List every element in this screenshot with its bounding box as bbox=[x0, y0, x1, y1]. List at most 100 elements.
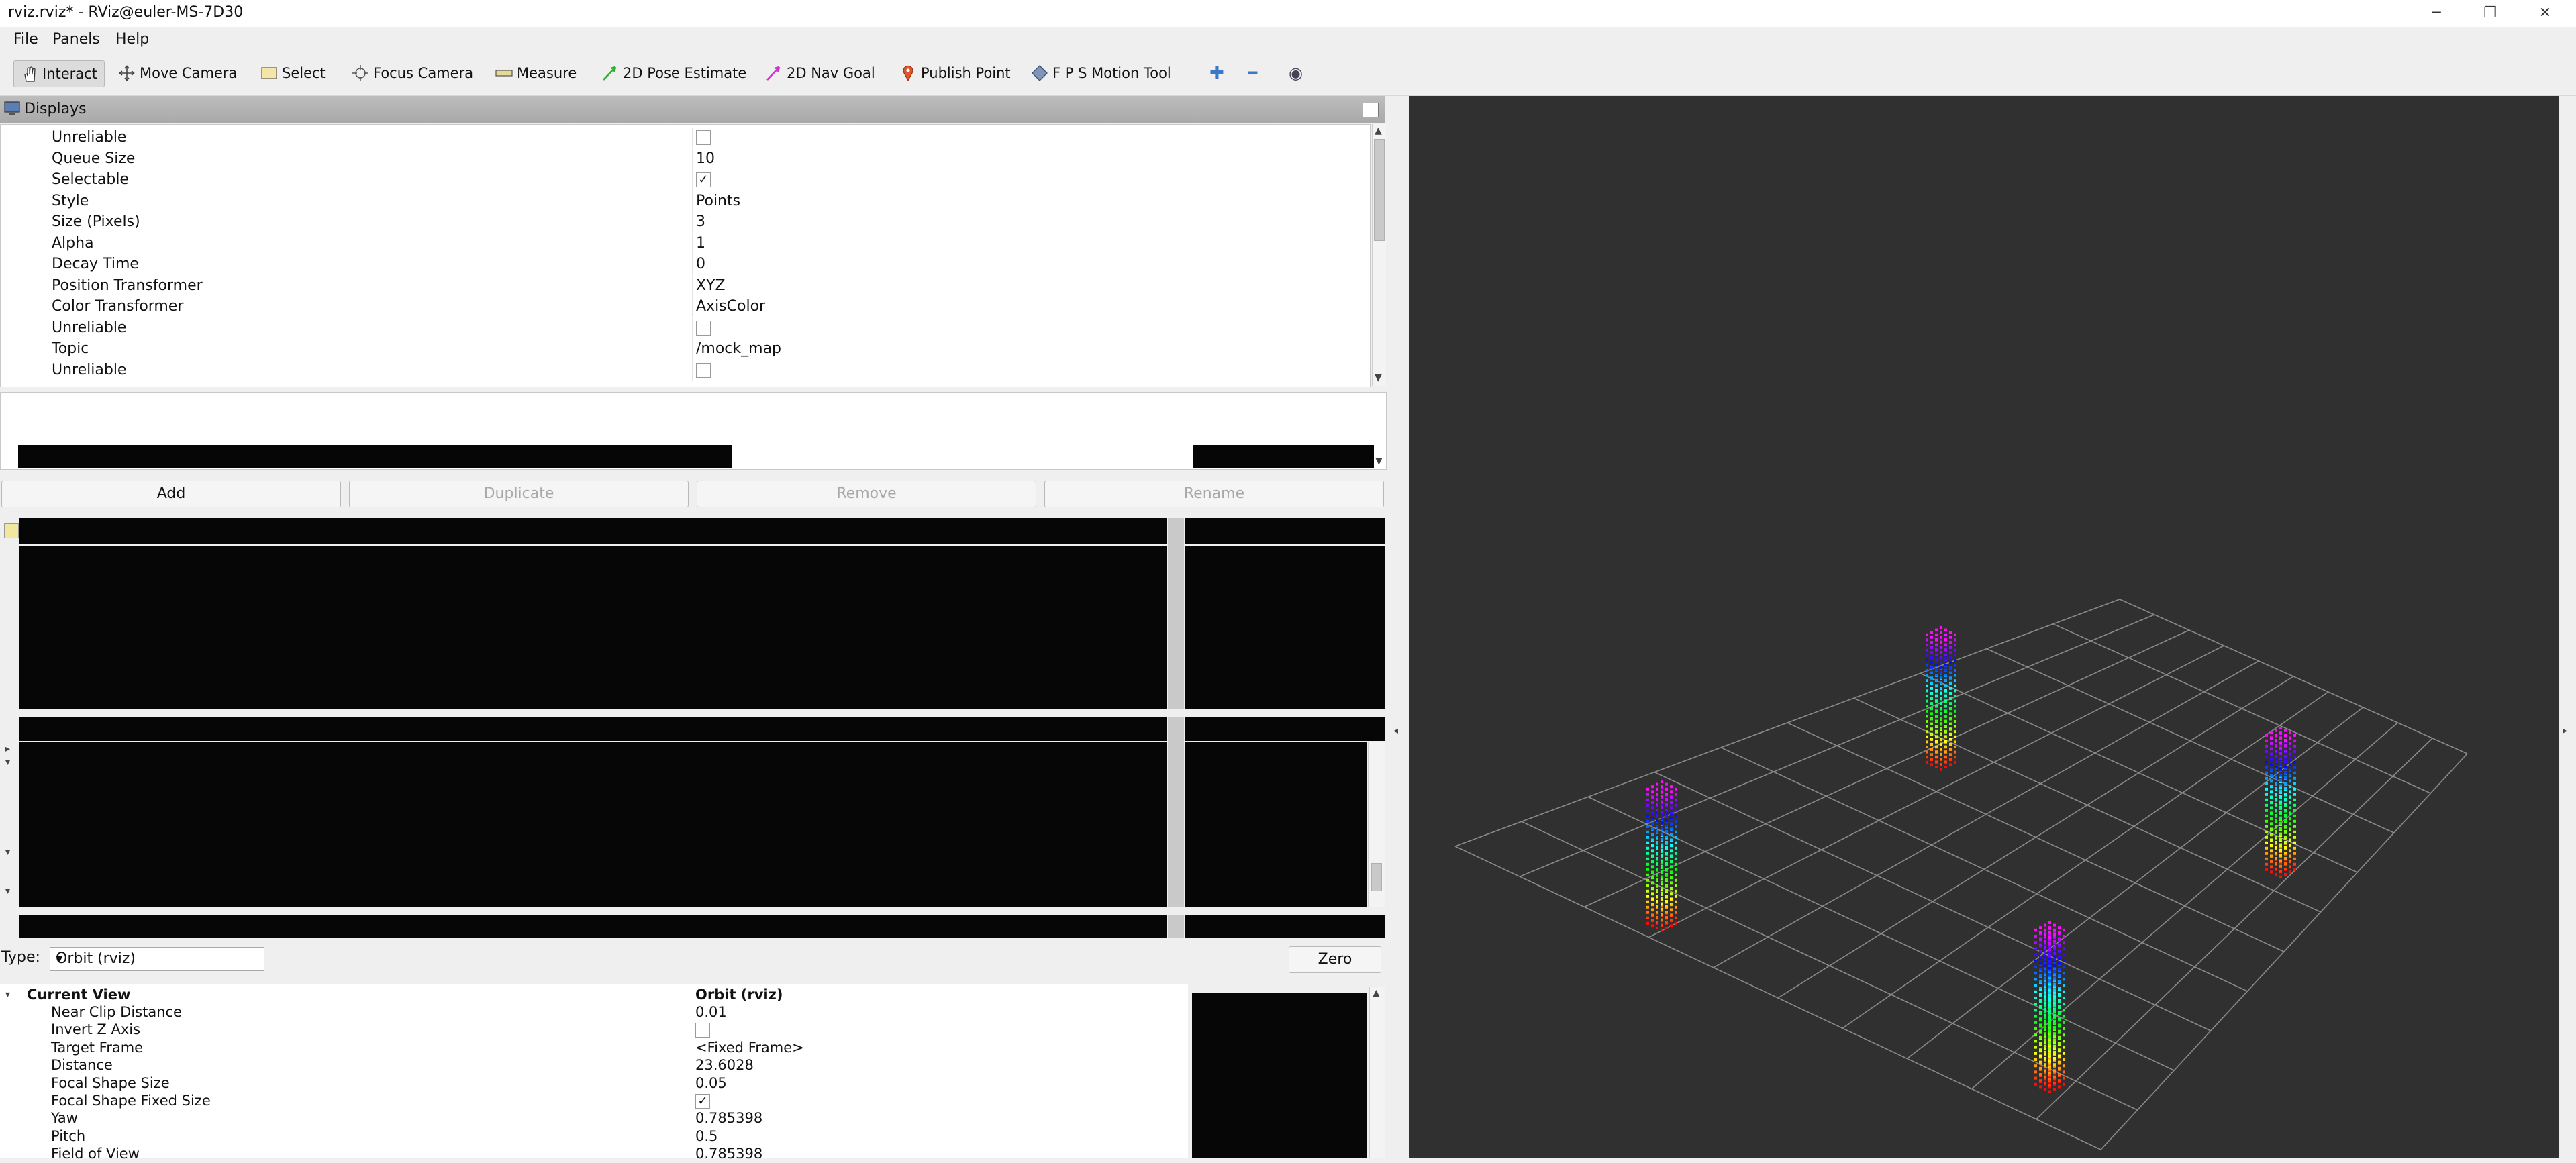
view-property-row[interactable]: Focal Shape Size 0.05 bbox=[0, 1075, 1181, 1093]
tool-select[interactable]: Select bbox=[260, 60, 326, 86]
zero-button[interactable]: Zero bbox=[1289, 946, 1381, 973]
add-tool-button[interactable]: ✚ bbox=[1209, 60, 1224, 86]
point bbox=[1651, 790, 1654, 793]
duplicate-display-button[interactable]: Duplicate bbox=[349, 481, 689, 507]
property-value[interactable]: Points bbox=[696, 193, 740, 209]
panel-b-scrollbar[interactable] bbox=[1368, 742, 1385, 907]
view-property-value[interactable]: 0.785398 bbox=[695, 1146, 762, 1162]
display-property-row[interactable]: Position Transformer XYZ bbox=[1, 275, 1370, 297]
render-viewport[interactable] bbox=[1409, 96, 2559, 1158]
scrollbar-thumb[interactable] bbox=[1374, 139, 1385, 241]
view-property-value[interactable]: 0.5 bbox=[695, 1128, 717, 1144]
view-property-row[interactable]: Field of View 0.785398 bbox=[0, 1146, 1181, 1163]
display-property-row[interactable]: Color Transformer AxisColor bbox=[1, 297, 1370, 317]
property-value[interactable]: AxisColor bbox=[696, 298, 765, 315]
add-display-button[interactable]: Add bbox=[1, 481, 341, 507]
property-checkbox[interactable] bbox=[696, 320, 711, 336]
property-checkbox[interactable]: ✓ bbox=[696, 172, 711, 187]
display-property-row[interactable]: Decay Time 0 bbox=[1, 254, 1370, 275]
view-type-combo[interactable]: Orbit (rviz) ▼ bbox=[50, 947, 264, 971]
view-property-row[interactable]: Focal Shape Fixed Size ✓ bbox=[0, 1093, 1181, 1110]
view-property-value[interactable]: 0.01 bbox=[695, 1004, 727, 1020]
display-property-row[interactable]: Topic/mock_map bbox=[1, 339, 1370, 360]
view-property-row[interactable]: Invert Z Axis bbox=[0, 1021, 1181, 1039]
tool-focus-camera[interactable]: Focus Camera bbox=[352, 60, 473, 86]
display-property-row[interactable]: Queue Size 10 bbox=[1, 148, 1370, 170]
display-property-row[interactable]: Unreliable bbox=[1, 128, 1370, 148]
property-value[interactable]: XYZ bbox=[696, 277, 726, 294]
display-property-row[interactable]: Style Points bbox=[1, 191, 1370, 212]
close-button[interactable]: ✕ bbox=[2525, 1, 2565, 26]
expand-icon-3[interactable]: ▾ bbox=[5, 886, 10, 897]
scroll-down-icon[interactable]: ▼ bbox=[1375, 372, 1382, 383]
views-scroll-up-icon[interactable]: ▲ bbox=[1373, 988, 1380, 999]
collapse-right-edge-icon[interactable]: ▸ bbox=[2563, 725, 2567, 736]
point bbox=[1656, 857, 1658, 860]
scene-canvas[interactable] bbox=[1409, 96, 2559, 1158]
view-property-value[interactable]: <Fixed Frame> bbox=[695, 1040, 804, 1056]
view-property-value[interactable]: 0.785398 bbox=[695, 1110, 762, 1126]
tool-2d-pose-estimate[interactable]: 2D Pose Estimate bbox=[601, 60, 746, 86]
expand-icon-2[interactable]: ▾ bbox=[5, 847, 10, 858]
view-property-checkbox[interactable] bbox=[695, 1023, 710, 1038]
right-dock-edge[interactable]: ▸ bbox=[2559, 96, 2576, 1158]
collapse-left-icon[interactable]: ◂ bbox=[1393, 725, 1398, 736]
property-value[interactable]: 1 bbox=[696, 235, 705, 252]
property-value[interactable]: /mock_map bbox=[696, 340, 781, 357]
main-splitter[interactable]: ◂ bbox=[1388, 96, 1409, 1158]
restore-button[interactable]: ❐ bbox=[2470, 1, 2510, 26]
displays-property-tree[interactable]: Unreliable Queue Size 10 Selectable ✓ Style Po… bbox=[0, 124, 1371, 387]
view-property-row[interactable]: Near Clip Distance 0.01 bbox=[0, 1004, 1181, 1021]
panel-c-splitter[interactable] bbox=[1168, 915, 1184, 938]
point bbox=[1935, 664, 1938, 666]
point bbox=[2265, 776, 2268, 780]
point bbox=[2048, 931, 2051, 934]
toolbar-view-menu[interactable]: ◉ bbox=[1289, 60, 1303, 86]
remove-tool-button[interactable]: ━ bbox=[1248, 60, 1257, 86]
view-property-row[interactable]: Pitch 0.5 bbox=[0, 1128, 1181, 1146]
tool-move-camera[interactable]: Move Camera bbox=[118, 60, 237, 86]
displays-scrollbar[interactable]: ▲ ▼ bbox=[1372, 124, 1386, 386]
column-divider bbox=[692, 275, 693, 297]
view-property-value[interactable]: 0.05 bbox=[695, 1075, 727, 1091]
point bbox=[2275, 803, 2277, 806]
desc-scroll-down-icon[interactable]: ▼ bbox=[1375, 456, 1383, 466]
scroll-up-icon[interactable]: ▲ bbox=[1375, 125, 1382, 136]
display-property-row[interactable]: Selectable ✓ bbox=[1, 170, 1370, 191]
undock-button[interactable] bbox=[1363, 103, 1379, 117]
tool-2d-nav-goal[interactable]: 2D Nav Goal bbox=[765, 60, 875, 86]
menu-panels[interactable]: Panels bbox=[52, 31, 100, 48]
views-property-tree[interactable]: ▾ Current View Orbit (rviz) Near Clip Dista… bbox=[0, 984, 1188, 1162]
property-value[interactable]: 3 bbox=[696, 213, 705, 230]
display-property-row[interactable]: Size (Pixels) 3 bbox=[1, 212, 1370, 233]
panel-b-scroll-thumb[interactable] bbox=[1371, 863, 1382, 891]
view-property-row[interactable]: Yaw 0.785398 bbox=[0, 1110, 1181, 1127]
tool-fps-motion[interactable]: F P S Motion Tool bbox=[1031, 60, 1171, 86]
view-property-row[interactable]: Target Frame <Fixed Frame> bbox=[0, 1040, 1181, 1057]
tool-interact[interactable]: Interact bbox=[13, 60, 105, 87]
property-checkbox[interactable] bbox=[696, 130, 711, 145]
expand-icon[interactable]: ▾ bbox=[5, 757, 10, 768]
property-value[interactable]: 0 bbox=[696, 256, 705, 272]
rename-display-button[interactable]: Rename bbox=[1044, 481, 1384, 507]
panel-a-splitter[interactable] bbox=[1168, 518, 1184, 709]
menu-file[interactable]: File bbox=[13, 31, 38, 48]
view-property-value[interactable]: 23.6028 bbox=[695, 1057, 754, 1073]
display-property-row[interactable]: Unreliable bbox=[1, 360, 1370, 381]
expand-icon[interactable]: ▾ bbox=[5, 989, 10, 1000]
menu-help[interactable]: Help bbox=[115, 31, 149, 48]
property-value[interactable]: 10 bbox=[696, 150, 715, 167]
current-view-row[interactable]: ▾ Current View Orbit (rviz) bbox=[0, 987, 1181, 1004]
panel-b-splitter[interactable] bbox=[1168, 717, 1184, 907]
views-scrollbar[interactable]: ▲ bbox=[1369, 987, 1385, 1158]
tool-publish-point[interactable]: Publish Point bbox=[899, 60, 1011, 86]
minimize-button[interactable]: ─ bbox=[2416, 1, 2457, 26]
property-checkbox[interactable] bbox=[696, 362, 711, 378]
display-property-row[interactable]: Alpha 1 bbox=[1, 233, 1370, 254]
collapse-right-icon[interactable]: ▸ bbox=[5, 744, 10, 754]
tool-measure[interactable]: Measure bbox=[495, 60, 577, 86]
remove-display-button[interactable]: Remove bbox=[697, 481, 1036, 507]
view-property-checkbox[interactable]: ✓ bbox=[695, 1094, 710, 1109]
view-property-row[interactable]: Distance 23.6028 bbox=[0, 1057, 1181, 1074]
display-property-row[interactable]: Unreliable bbox=[1, 317, 1370, 339]
